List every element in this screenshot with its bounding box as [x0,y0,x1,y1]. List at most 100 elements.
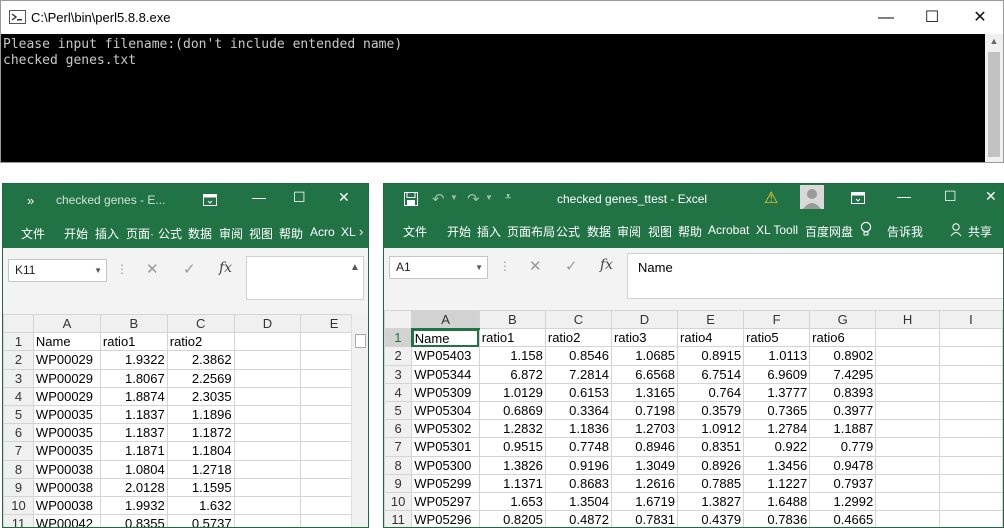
cell[interactable]: WP05403 [411,346,480,366]
cell[interactable]: WP00035 [32,441,101,461]
ribbon-display-icon[interactable] [851,192,865,204]
cell[interactable]: WP00029 [32,368,101,388]
row-header[interactable]: 1 [3,332,34,352]
cell[interactable]: 0.8393 [809,382,877,402]
cell[interactable]: 1.0912 [677,419,745,439]
cell[interactable]: 0.8546 [544,346,612,366]
cell[interactable]: ratio4 [677,328,745,348]
cell[interactable]: 0.8946 [610,437,679,457]
cell[interactable]: 1.3826 [478,455,546,475]
cell[interactable]: 0.779 [809,437,877,457]
cell[interactable] [233,495,302,516]
cell[interactable] [875,364,940,384]
tab-xl-tools[interactable]: XL [341,225,356,239]
column-header-a[interactable]: A [32,313,101,334]
select-all-corner[interactable] [3,313,34,334]
cell[interactable]: 1.3456 [743,455,811,475]
row-header[interactable]: 8 [3,459,34,479]
cell[interactable] [233,514,302,527]
column-header-c[interactable]: C [544,309,612,330]
row-header[interactable]: 8 [384,455,413,475]
cell[interactable]: 1.6488 [743,491,811,512]
column-header-d[interactable]: D [233,313,302,334]
row-header[interactable]: 6 [3,423,34,443]
cell[interactable]: WP05302 [411,419,480,439]
tab-acrobat[interactable]: Acro [310,225,335,239]
scroll-up-icon[interactable]: ▲ [985,36,1003,46]
cell[interactable] [233,441,302,461]
column-header-i[interactable]: I [938,309,1003,330]
cell[interactable] [938,419,1003,439]
formula-input[interactable]: Name [627,253,1003,299]
cell[interactable]: 0.3364 [544,400,612,421]
cell[interactable] [938,473,1003,493]
cell[interactable]: ratio5 [743,328,811,348]
warning-icon[interactable]: ⚠ [764,188,778,208]
row-header[interactable]: 4 [384,382,413,402]
cell[interactable]: 1.1872 [166,423,235,443]
cell[interactable] [233,386,302,406]
tab-formulas[interactable]: 公式 [556,223,580,240]
cell[interactable]: 6.6568 [610,364,679,384]
enter-icon[interactable]: ✓ [183,260,196,278]
cell[interactable]: 1.1804 [166,441,235,461]
column-header-g[interactable]: G [809,309,877,330]
cell[interactable]: 1.8874 [99,386,168,406]
maximize-button[interactable]: ☐ [944,188,957,205]
cell[interactable] [875,510,940,527]
cancel-icon[interactable]: ✕ [529,257,542,275]
cell[interactable]: WP00038 [32,459,101,479]
close-button[interactable]: ✕ [957,1,1003,34]
column-header-a[interactable]: A [411,309,480,330]
cell[interactable]: WP05299 [411,473,480,493]
cell[interactable]: 1.2703 [610,419,679,439]
cell[interactable]: ratio6 [809,328,877,348]
cell[interactable]: 0.4379 [677,510,745,527]
cell[interactable]: 0.7365 [743,400,811,421]
row-header[interactable]: 11 [3,514,34,527]
cell[interactable]: ratio2 [544,328,612,348]
cell[interactable]: 0.764 [677,382,745,402]
cell[interactable]: 1.0685 [610,346,679,366]
cell[interactable]: 0.7748 [544,437,612,457]
column-header-h[interactable]: H [875,309,940,330]
tab-view[interactable]: 视图 [648,223,672,240]
undo-icon[interactable]: ↶ [432,190,445,208]
maximize-button[interactable]: ☐ [909,1,955,34]
cell[interactable]: Name [32,332,101,352]
cell[interactable] [938,455,1003,475]
cell[interactable]: 1.1837 [99,423,168,443]
cell[interactable] [875,455,940,475]
cell[interactable]: 1.653 [478,491,546,512]
cell[interactable]: 1.2832 [478,419,546,439]
cell[interactable]: 2.3035 [166,386,235,406]
cell[interactable]: 0.9478 [809,455,877,475]
cell[interactable]: 2.0128 [99,477,168,497]
column-header-b[interactable]: B [478,309,546,330]
cell[interactable]: 1.1595 [166,477,235,497]
cell[interactable] [938,382,1003,402]
cell[interactable]: 1.1887 [809,419,877,439]
customize-qat-icon[interactable]: ⩡ [505,191,511,204]
left-sheet-grid[interactable]: A B C D E 1 Name ratio1 ratio2 2 WP00029 1.9322 2.38… [3,313,368,527]
row-header[interactable]: 7 [384,437,413,457]
cell[interactable] [938,346,1003,366]
tab-file[interactable]: 文件 [21,225,45,242]
maximize-button[interactable]: ☐ [293,189,306,206]
right-sheet-grid[interactable]: A B C D E F G H I 1 Name ratio1 ratio2 ratio3 ratio4 ra… [384,309,1003,527]
tab-review[interactable]: 审阅 [617,223,641,240]
cell[interactable]: 1.2616 [610,473,679,493]
minimize-button[interactable]: — [897,188,911,204]
cell[interactable]: 0.8205 [478,510,546,527]
close-button[interactable]: ✕ [338,189,350,206]
redo-dropdown-icon[interactable]: ▼ [485,193,493,202]
cell[interactable]: 0.3977 [809,400,877,421]
undo-dropdown-icon[interactable]: ▼ [450,193,458,202]
cell[interactable] [233,350,302,370]
tab-help[interactable]: 帮助 [678,223,702,240]
cell[interactable]: 0.8355 [99,514,168,527]
cell[interactable]: 0.7198 [610,400,679,421]
cell[interactable]: 7.2814 [544,364,612,384]
tab-insert[interactable]: 插入 [477,223,501,240]
cell[interactable]: 1.158 [478,346,546,366]
